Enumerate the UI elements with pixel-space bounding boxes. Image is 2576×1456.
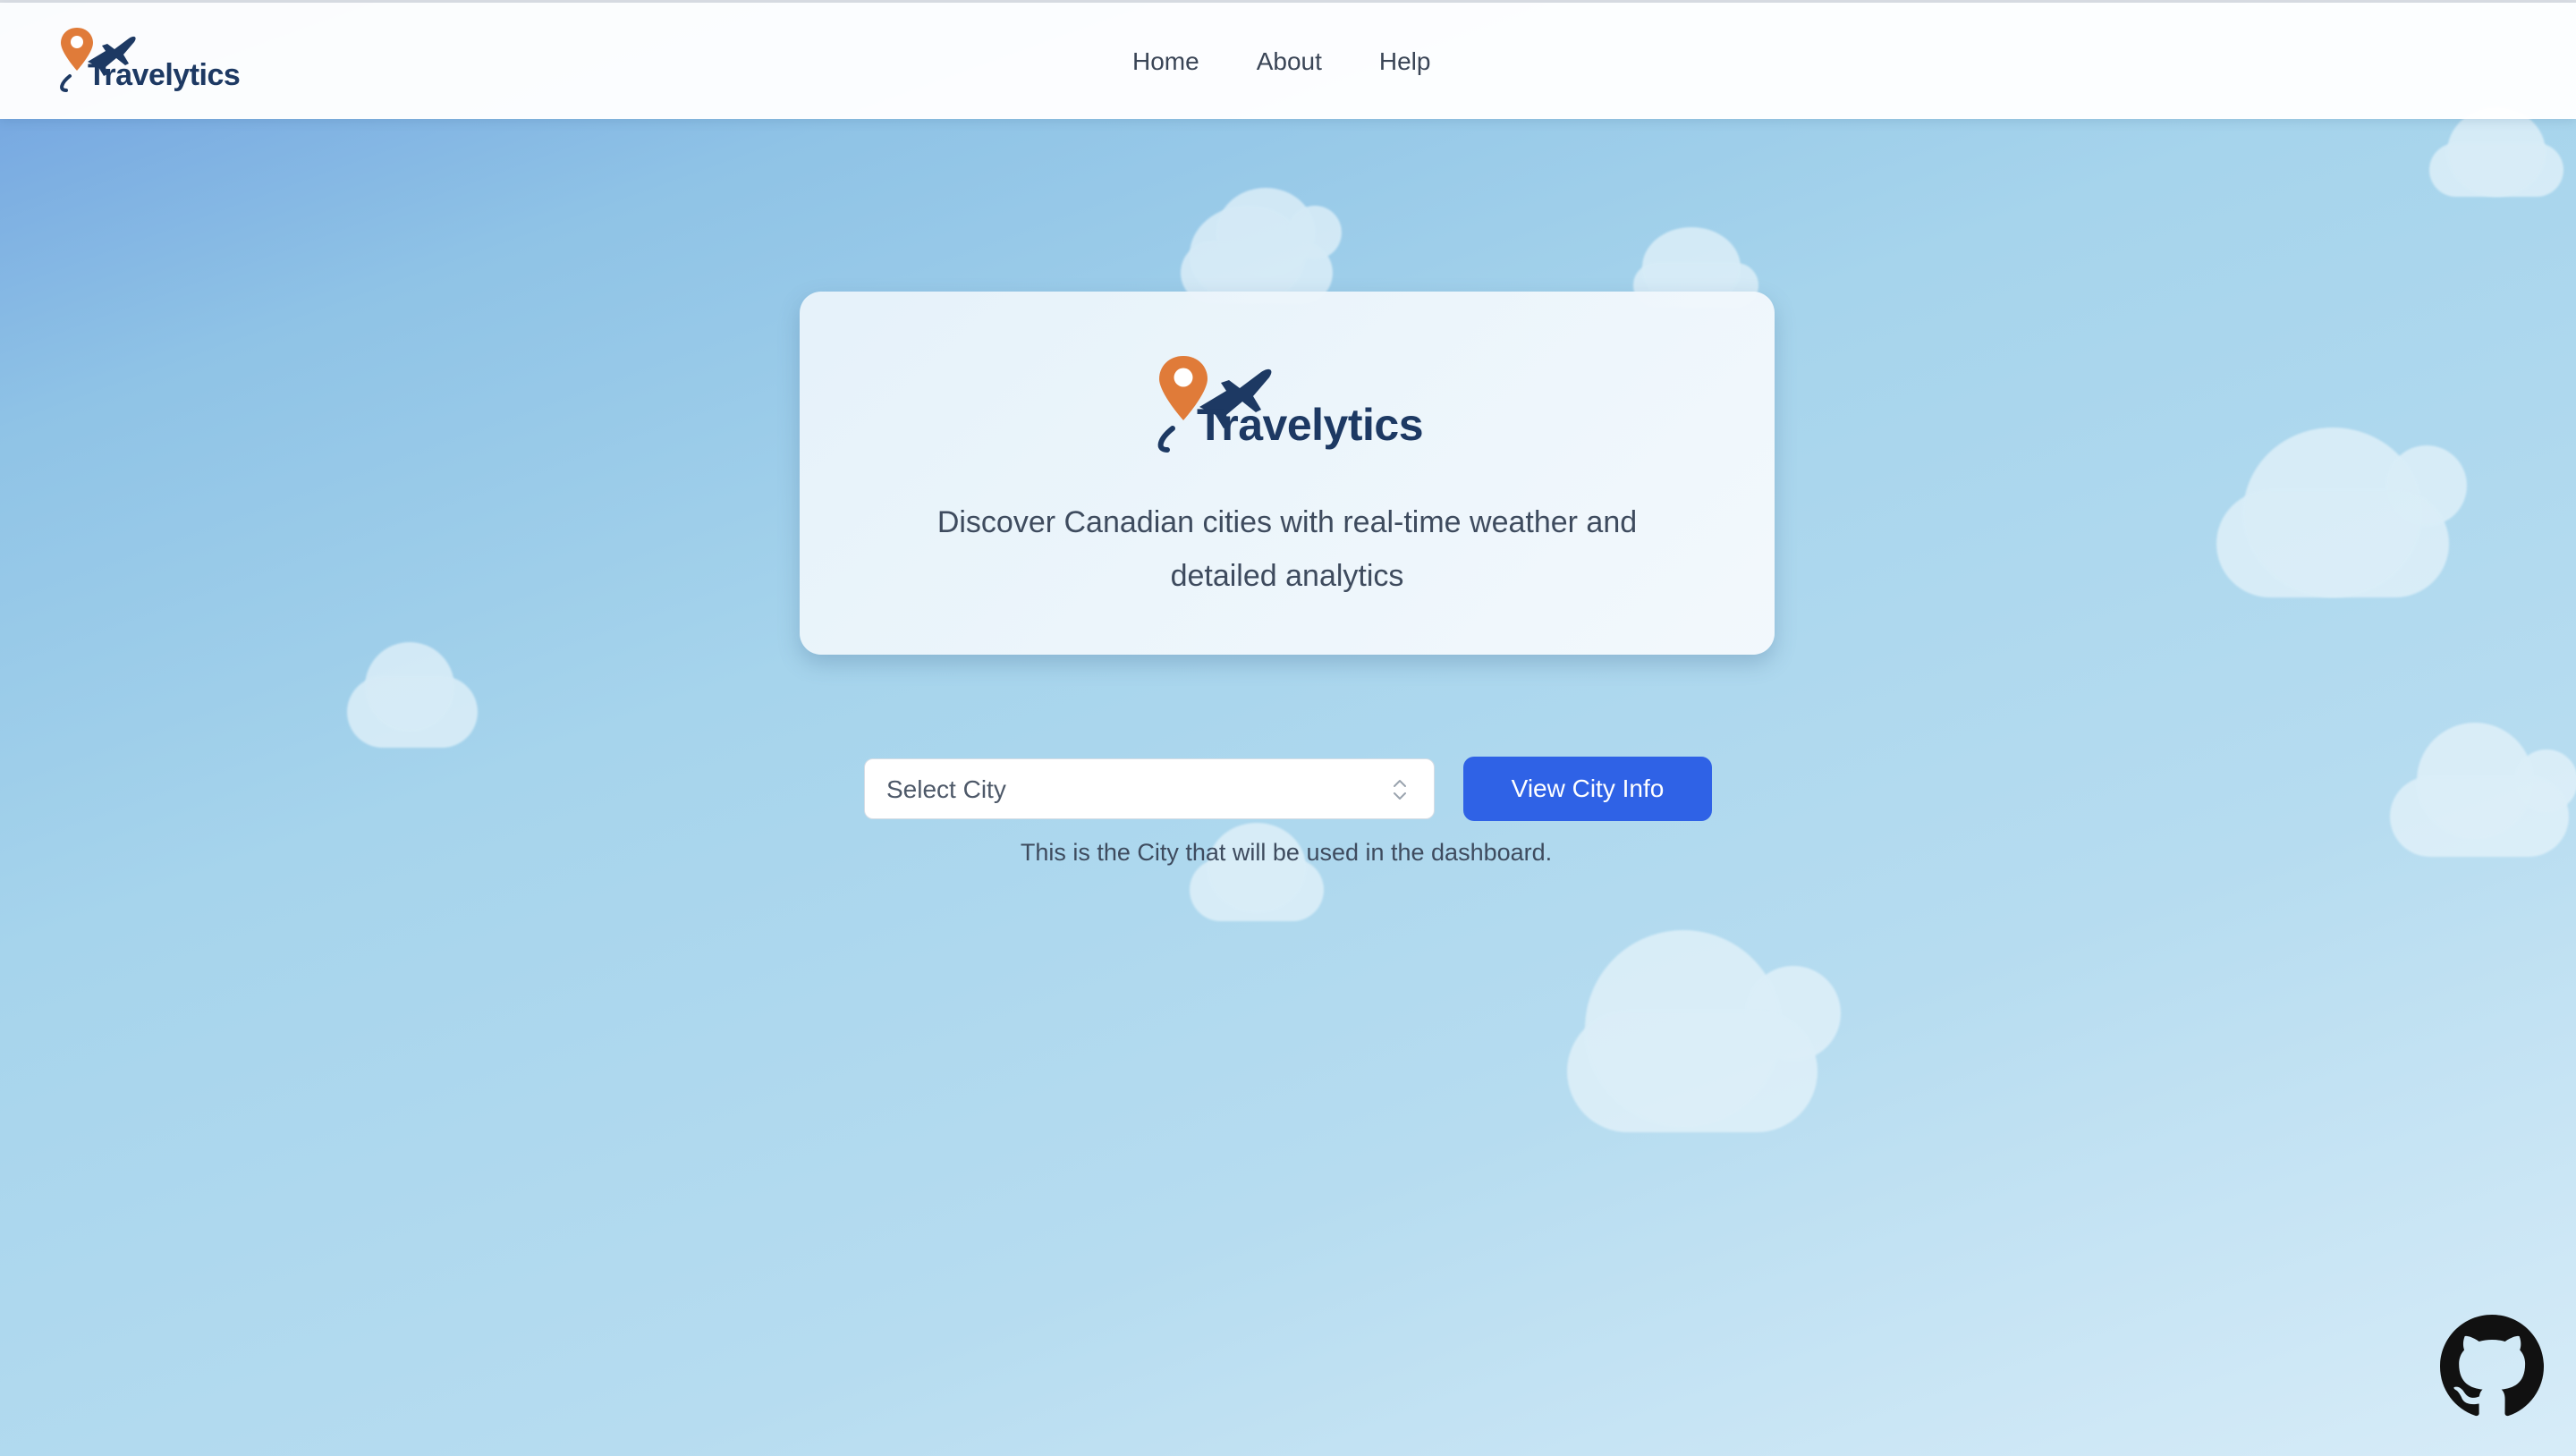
cloud-decoration	[347, 642, 481, 748]
tagline-line-2: detailed analytics	[1170, 559, 1404, 593]
header-brand-name: Travelytics	[88, 58, 241, 92]
up-down-chevron-icon	[1394, 780, 1406, 800]
hero-brand-name: Travelytics	[1197, 400, 1424, 450]
cloud-decoration	[2216, 410, 2467, 597]
cloud-decoration	[1190, 823, 1324, 921]
header-logo[interactable]: Travelytics	[57, 24, 241, 99]
cloud-decoration	[2429, 107, 2563, 197]
top-navbar: Travelytics Home About Help	[0, 3, 2576, 119]
cloud-decoration	[1567, 930, 1841, 1132]
main-nav: Home About Help	[1132, 47, 1487, 76]
nav-link-about[interactable]: About	[1257, 47, 1322, 76]
page-background: Travelytics Home About Help Travelytics …	[0, 0, 2576, 1456]
hero-tagline: Discover Canadian cities with real-time …	[800, 495, 1775, 603]
cloud-decoration	[1181, 179, 1360, 304]
view-city-info-button[interactable]: View City Info	[1463, 757, 1712, 821]
tagline-line-1: Discover Canadian cities with real-time …	[936, 505, 1638, 539]
city-select-value: Select City	[886, 775, 1006, 803]
nav-link-home[interactable]: Home	[1132, 47, 1199, 76]
github-icon[interactable]	[2440, 1315, 2544, 1418]
city-select[interactable]: Select City	[864, 758, 1435, 819]
city-helper-text: This is the City that will be used in th…	[1020, 839, 1553, 866]
hero-card: Travelytics Discover Canadian cities wit…	[800, 292, 1775, 655]
hero-logo: Travelytics	[1154, 351, 1440, 458]
cloud-decoration	[2390, 723, 2576, 857]
nav-link-help[interactable]: Help	[1379, 47, 1431, 76]
